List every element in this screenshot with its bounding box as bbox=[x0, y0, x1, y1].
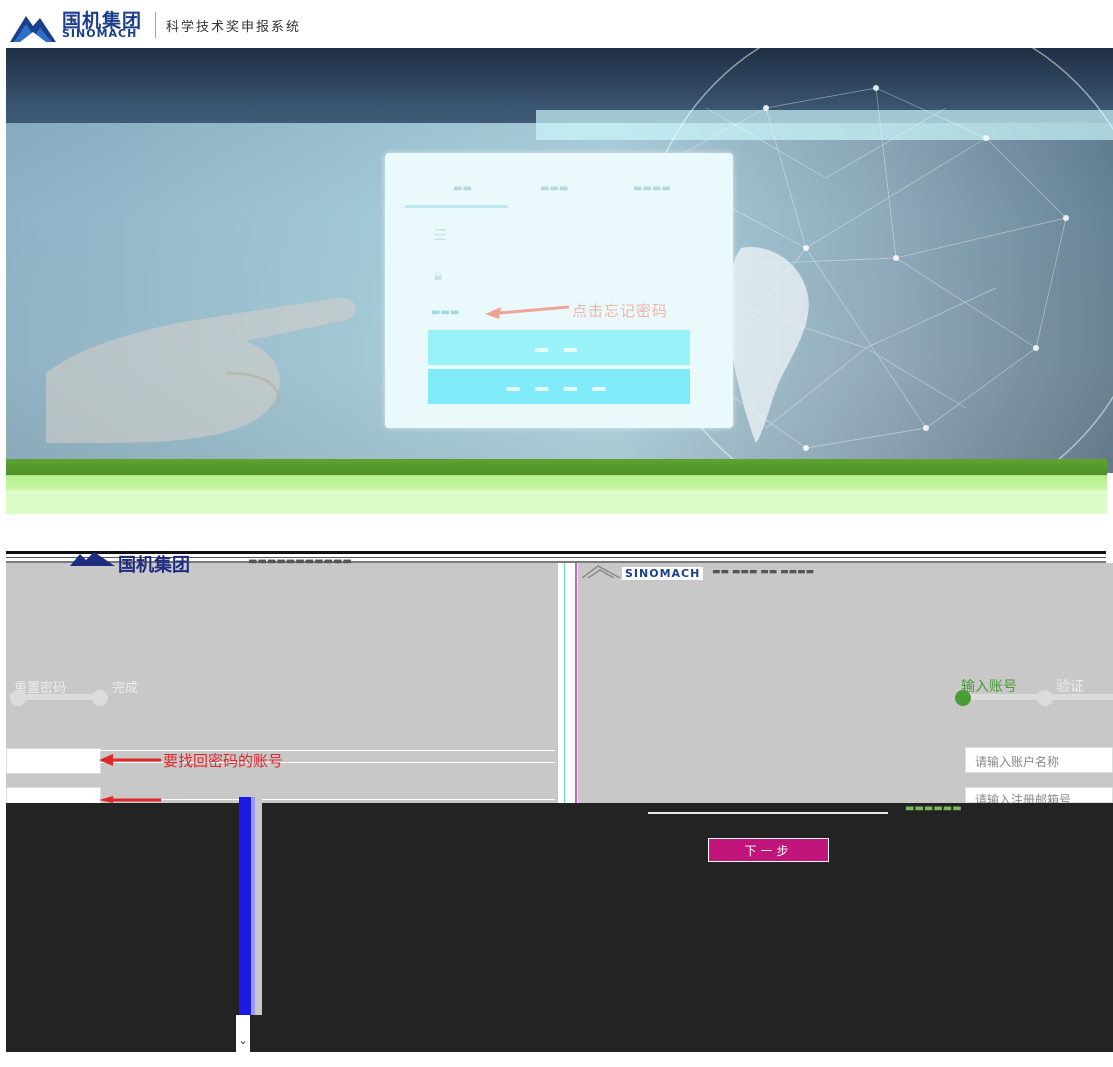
annotation-arrow-icon bbox=[485, 305, 569, 319]
chevron-down-icon[interactable]: ⌄ bbox=[236, 1015, 250, 1052]
step-dot bbox=[10, 690, 26, 706]
forgot-password-link[interactable]: ▬▬▬ bbox=[431, 307, 459, 318]
lower-system-title: ▬▬▬▬▬▬▬▬▬▬▬ bbox=[248, 556, 352, 567]
header-divider bbox=[155, 12, 156, 38]
step-dot bbox=[1037, 690, 1053, 706]
account-input-fragment[interactable] bbox=[6, 748, 101, 774]
system-title: 科学技术奖申报系统 bbox=[166, 20, 302, 35]
scrollbar-edge bbox=[255, 797, 262, 1015]
brand-name-en: SINOMACH bbox=[62, 27, 138, 40]
page-header: 国机集团 SINOMACH 科学技术奖申报系统 bbox=[0, 0, 1113, 48]
tab-third[interactable]: ▬▬▬▬ bbox=[633, 183, 671, 194]
step-complete: 完成 bbox=[112, 681, 139, 696]
login-button[interactable]: ▬ ▬ bbox=[428, 330, 690, 365]
register-button[interactable]: ▬ ▬ ▬ ▬ bbox=[428, 369, 690, 404]
panel-divider bbox=[575, 563, 577, 803]
sinomach-logo-icon bbox=[70, 552, 115, 566]
lower-brand-name-cn: 国机集团 bbox=[118, 555, 190, 576]
user-icon: ☰ bbox=[434, 226, 448, 244]
footer-green-bar bbox=[6, 459, 1107, 491]
tab-second[interactable]: ▬▬▬ bbox=[540, 183, 568, 194]
panel-divider bbox=[564, 563, 565, 803]
step-dot bbox=[92, 690, 108, 706]
email-input[interactable]: 请输入注册邮箱号 bbox=[965, 787, 1113, 807]
lower-system-title-blur: ▬▬ ▬▬▬ ▬▬ ▬▬▬▬ bbox=[712, 567, 815, 577]
annotation-arrow-icon bbox=[99, 796, 161, 803]
account-annotation: 要找回密码的账号 bbox=[163, 752, 284, 770]
footer-pale-strip bbox=[6, 490, 1107, 514]
lower-brand-name-en: SINOMACH bbox=[622, 567, 704, 580]
step-verify: 验证 bbox=[1056, 679, 1084, 695]
next-step-button[interactable]: 下一步 bbox=[708, 838, 829, 862]
login-tabs: ▬▬ ▬▬▬ ▬▬▬▬ bbox=[405, 183, 713, 207]
sinomach-logo-icon bbox=[10, 16, 56, 42]
lock-icon: 🔒︎ bbox=[434, 266, 442, 284]
forgot-password-annotation: 点击忘记密码 bbox=[572, 302, 669, 320]
dark-overlay-panel bbox=[6, 803, 1113, 1052]
account-name-input[interactable]: 请输入账户名称 bbox=[965, 747, 1113, 773]
pointing-hand-image bbox=[46, 297, 357, 443]
input-edge bbox=[648, 812, 888, 814]
annotation-arrow-icon bbox=[99, 754, 161, 766]
glitch-text-fragment: ▬▬▬▬▬▬ bbox=[905, 803, 962, 814]
input-edge bbox=[99, 799, 555, 800]
step-dot-active bbox=[955, 690, 971, 706]
tab-login[interactable]: ▬▬ bbox=[453, 183, 472, 194]
sinomach-logo-icon bbox=[582, 565, 620, 578]
scrollbar-track[interactable] bbox=[239, 797, 251, 1015]
active-tab-underline bbox=[405, 205, 508, 208]
login-card: ▬▬ ▬▬▬ ▬▬▬▬ ☰ 🔒︎ ▬▬▬ 点击忘记密码 ▬ ▬ ▬ ▬ ▬ ▬ bbox=[385, 153, 733, 428]
